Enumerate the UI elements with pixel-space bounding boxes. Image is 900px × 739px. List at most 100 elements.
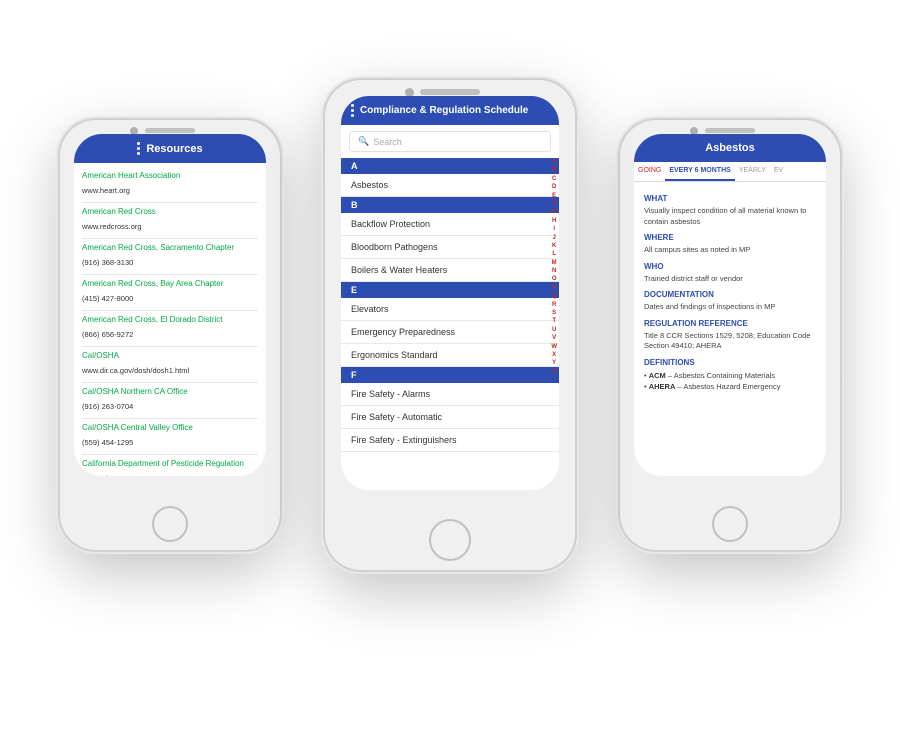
section-who-text: Trained district staff or vendor xyxy=(644,274,816,285)
asbestos-header: Asbestos xyxy=(634,134,826,162)
resource-link[interactable]: Cal/OSHA xyxy=(82,351,258,360)
section-definitions-title: DEFINITIONS xyxy=(644,358,816,367)
asbestos-title: Asbestos xyxy=(705,142,755,154)
left-screen: Resources American Heart Association www… xyxy=(74,134,266,476)
list-item[interactable]: Fire Safety - Extinguishers xyxy=(341,429,559,452)
phone-left: Resources American Heart Association www… xyxy=(60,120,280,550)
alpha-a[interactable]: A xyxy=(552,158,556,166)
list-item[interactable]: Ergonomics Standard xyxy=(341,344,559,367)
section-regulation-text: Title 8 CCR Sections 1529, 5208; Educati… xyxy=(644,331,816,352)
list-item: Cal/OSHA Central Valley Office (559) 454… xyxy=(82,419,258,455)
alpha-d[interactable]: D xyxy=(552,183,556,191)
right-home-button[interactable] xyxy=(712,506,748,542)
menu-dots-icon[interactable] xyxy=(137,142,140,155)
section-who-title: WHO xyxy=(644,262,816,271)
alpha-i[interactable]: I xyxy=(553,225,555,233)
alpha-p[interactable]: P xyxy=(552,284,556,292)
list-item[interactable]: Emergency Preparedness xyxy=(341,321,559,344)
compliance-title: Compliance & Regulation Schedule xyxy=(360,105,528,116)
alpha-n[interactable]: N xyxy=(552,267,556,275)
search-icon: 🔍 xyxy=(358,136,369,147)
tab-ev[interactable]: EV xyxy=(770,162,787,181)
alpha-u[interactable]: U xyxy=(552,326,556,334)
list-item[interactable]: Boilers & Water Heaters xyxy=(341,259,559,282)
alpha-e[interactable]: E xyxy=(552,192,556,200)
alpha-t[interactable]: T xyxy=(552,317,556,325)
alpha-m[interactable]: M xyxy=(552,259,557,267)
left-home-button[interactable] xyxy=(152,506,188,542)
menu-dots-icon[interactable] xyxy=(351,104,354,117)
section-header-a: A xyxy=(341,158,559,174)
resource-link[interactable]: American Red Cross, Sacramento Chapter xyxy=(82,243,258,252)
alpha-g[interactable]: G xyxy=(552,208,557,216)
list-item[interactable]: Backflow Protection xyxy=(341,213,559,236)
alpha-k[interactable]: K xyxy=(552,242,556,250)
alpha-z[interactable]: Z xyxy=(552,368,556,376)
list-item: California Department of Pesticide Regul… xyxy=(82,455,258,476)
list-item[interactable]: Asbestos xyxy=(341,174,559,197)
resource-value: www.cdpr.ca.gov xyxy=(82,474,138,476)
alpha-s[interactable]: S xyxy=(552,309,556,317)
alpha-h[interactable]: H xyxy=(552,217,556,225)
resources-list: American Heart Association www.heart.org… xyxy=(74,163,266,476)
alpha-c[interactable]: C xyxy=(552,175,556,183)
alpha-x[interactable]: X xyxy=(552,351,556,359)
alpha-r[interactable]: R xyxy=(552,301,556,309)
phone-center: Compliance & Regulation Schedule 🔍 Searc… xyxy=(325,80,575,570)
tab-every-6-months[interactable]: EVERY 6 MONTHS xyxy=(665,162,734,181)
asbestos-content: WHAT Visually inspect condition of all m… xyxy=(634,182,826,398)
list-item[interactable]: Bloodborn Pathogens xyxy=(341,236,559,259)
resource-link[interactable]: Cal/OSHA Northern CA Office xyxy=(82,387,258,396)
search-placeholder: Search xyxy=(373,137,402,147)
list-item[interactable]: Elevators xyxy=(341,298,559,321)
resource-value: www.heart.org xyxy=(82,186,130,195)
resource-link[interactable]: American Red Cross xyxy=(82,207,258,216)
resource-value: (916) 368-3130 xyxy=(82,258,133,267)
center-screen: Compliance & Regulation Schedule 🔍 Searc… xyxy=(341,96,559,490)
compliance-header: Compliance & Regulation Schedule xyxy=(341,96,559,125)
section-regulation-title: REGULATION REFERENCE xyxy=(644,319,816,328)
section-documentation-text: Dates and findings of inspections in MP xyxy=(644,302,816,313)
alpha-v[interactable]: V xyxy=(552,334,556,342)
list-item[interactable]: Fire Safety - Automatic xyxy=(341,406,559,429)
center-home-button[interactable] xyxy=(429,519,471,561)
alpha-y[interactable]: Y xyxy=(552,359,556,367)
alpha-l[interactable]: L xyxy=(552,250,556,258)
resources-title: Resources xyxy=(146,143,202,155)
resource-value: (415) 427-8000 xyxy=(82,294,133,303)
list-item: Cal/OSHA www.dir.ca.gov/dosh/dosh1.html xyxy=(82,347,258,383)
resource-link[interactable]: American Red Cross, Bay Area Chapter xyxy=(82,279,258,288)
resource-link[interactable]: California Department of Pesticide Regul… xyxy=(82,459,258,468)
resource-value: (916) 263-0704 xyxy=(82,402,133,411)
alphabet-sidebar[interactable]: A B C D E F G H I J K L M N O P Q xyxy=(551,158,557,376)
alpha-b[interactable]: B xyxy=(552,166,556,174)
section-what-text: Visually inspect condition of all materi… xyxy=(644,206,816,227)
compliance-list: A Asbestos B Backflow Protection Bloodbo… xyxy=(341,158,559,452)
section-what-title: WHAT xyxy=(644,194,816,203)
resource-link[interactable]: American Red Cross, El Dorado District xyxy=(82,315,258,324)
scene: Resources American Heart Association www… xyxy=(0,0,900,739)
resource-link[interactable]: Cal/OSHA Central Valley Office xyxy=(82,423,258,432)
definition-ahera: • AHERA – Asbestos Hazard Emergency xyxy=(644,381,816,392)
list-item: American Red Cross, Sacramento Chapter (… xyxy=(82,239,258,275)
alpha-q[interactable]: Q xyxy=(552,292,557,300)
section-header-b: B xyxy=(341,197,559,213)
list-item[interactable]: Fire Safety - Alarms xyxy=(341,383,559,406)
search-bar[interactable]: 🔍 Search xyxy=(349,131,551,152)
tabs-bar: GOING EVERY 6 MONTHS YEARLY EV xyxy=(634,162,826,182)
alpha-j[interactable]: J xyxy=(552,234,555,242)
alpha-o[interactable]: O xyxy=(552,275,557,283)
alpha-w[interactable]: W xyxy=(551,343,557,351)
list-item: American Heart Association www.heart.org xyxy=(82,167,258,203)
resource-link[interactable]: American Heart Association xyxy=(82,171,258,180)
resource-value: (559) 454-1295 xyxy=(82,438,133,447)
tab-ongoing[interactable]: GOING xyxy=(634,162,665,181)
right-speaker xyxy=(705,128,755,133)
alpha-f[interactable]: F xyxy=(552,200,556,208)
list-item: American Red Cross, El Dorado District (… xyxy=(82,311,258,347)
resource-value: (866) 656-9272 xyxy=(82,330,133,339)
tab-yearly[interactable]: YEARLY xyxy=(735,162,770,181)
list-item: American Red Cross www.redcross.org xyxy=(82,203,258,239)
resource-value: www.dir.ca.gov/dosh/dosh1.html xyxy=(82,366,189,375)
resource-value: www.redcross.org xyxy=(82,222,142,231)
